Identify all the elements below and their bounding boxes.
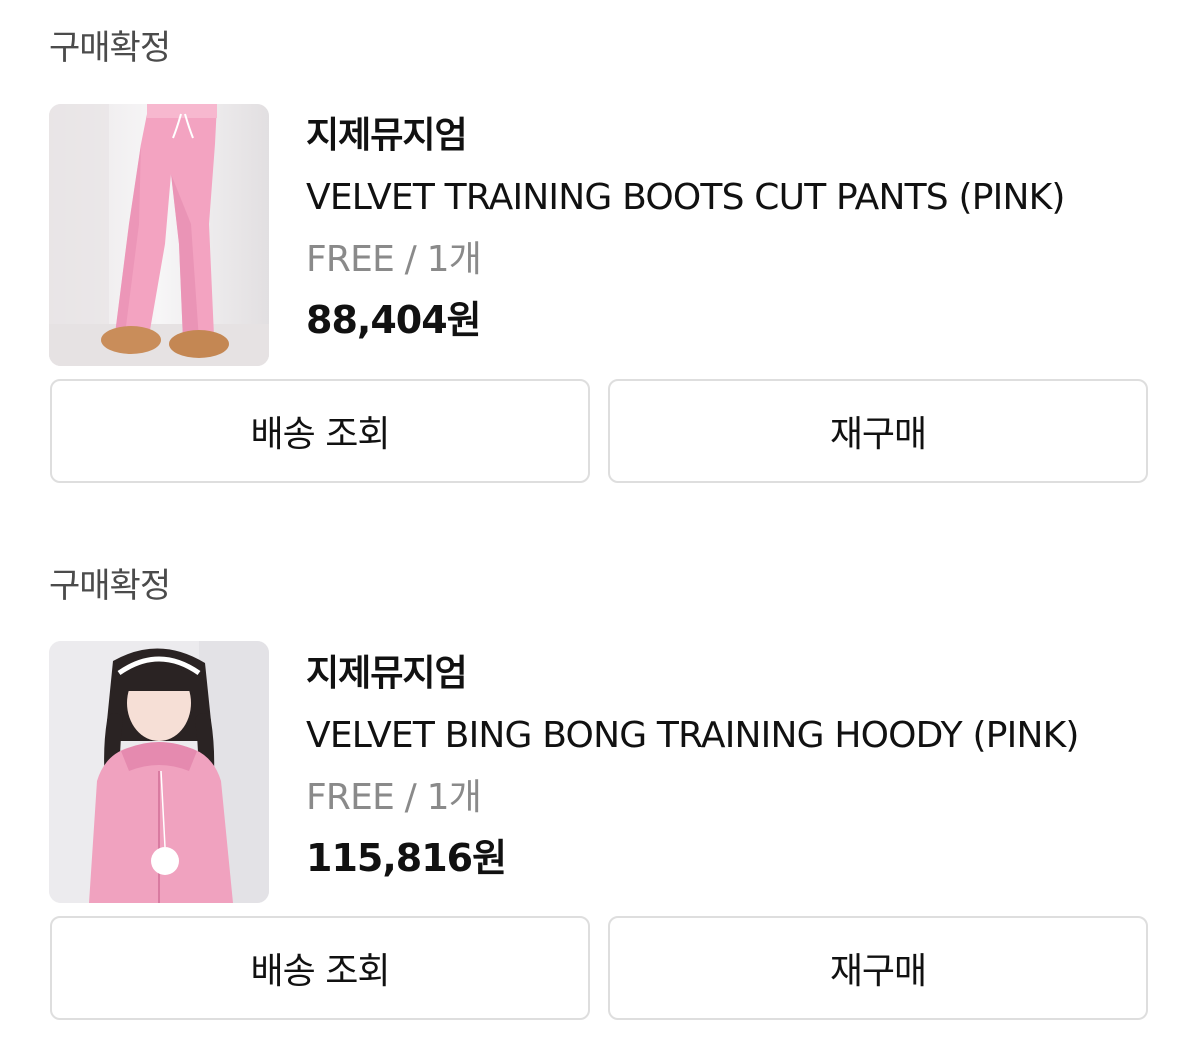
brand-name[interactable]: 지제뮤지엄 [306,112,468,160]
product-image[interactable] [49,104,269,366]
delivery-tracking-button[interactable]: 배송 조회 [50,379,590,483]
product-option: FREE / 1개 [306,239,482,280]
pink-pants-photo-icon [49,104,269,366]
order-card: 구매확정 지제뮤지엄 VELVET BING BONG TRAINING HOO… [0,562,1200,1032]
order-card: 구매확정 지제뮤지엄 VELVET TRAINING BOOTS CUT PAN… [0,24,1200,494]
product-name[interactable]: VELVET TRAINING BOOTS CUT PANTS (PINK) [306,174,1065,222]
reorder-button[interactable]: 재구매 [608,916,1148,1020]
brand-name[interactable]: 지제뮤지엄 [306,650,468,698]
product-image[interactable] [49,641,269,903]
reorder-button[interactable]: 재구매 [608,379,1148,483]
product-option: FREE / 1개 [306,777,482,818]
product-price: 88,404원 [306,298,482,342]
order-status: 구매확정 [49,566,171,606]
pink-hoodie-photo-icon [49,641,269,903]
product-price: 115,816원 [306,836,507,880]
delivery-tracking-button[interactable]: 배송 조회 [50,916,590,1020]
order-status: 구매확정 [49,28,171,68]
product-name[interactable]: VELVET BING BONG TRAINING HOODY (PINK) [306,712,1079,760]
